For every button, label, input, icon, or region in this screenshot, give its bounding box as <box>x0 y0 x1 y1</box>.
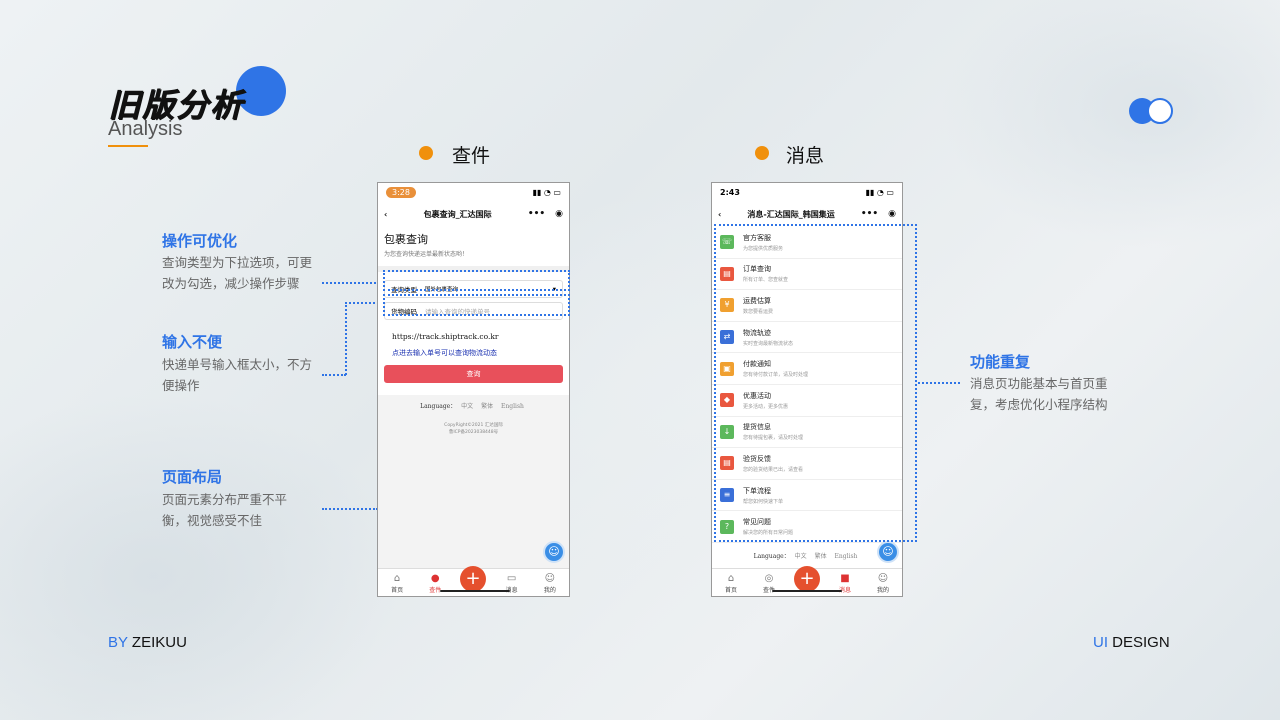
user-icon: ☺ <box>877 573 889 584</box>
section-label-right: 消息 <box>786 145 825 167</box>
annotation-text: 快递单号输入框太小，不方便操作 <box>162 357 313 393</box>
annotation-title: 操作可优化 <box>162 232 238 250</box>
tab-home[interactable]: ⌂ 首页 <box>716 573 746 594</box>
copyright-text: CopyRight©2021 汇达国际 <box>444 423 503 428</box>
lang-option[interactable]: English <box>835 553 858 560</box>
highlight-box <box>383 270 570 291</box>
title-underline <box>108 145 148 147</box>
footer-by: BY <box>108 634 128 651</box>
connector-line <box>322 282 384 284</box>
highlight-box <box>714 224 917 542</box>
section-dot-right <box>755 146 769 160</box>
customer-service-icon[interactable]: ☺ <box>543 541 565 563</box>
annotation-title: 功能重复 <box>970 353 1031 371</box>
nav-title: 消息-汇达国际_韩国集运 <box>747 209 835 219</box>
language-label: Language： <box>420 403 457 410</box>
message-icon: ■ <box>840 573 850 584</box>
footer-ui: UI <box>1093 634 1108 651</box>
copyright: CopyRight©2021 汇达国际 鲁ICP备2023038448号 <box>378 422 569 436</box>
language-switch: Language： 中文 繁体 English <box>378 401 569 410</box>
tab-label: 首页 <box>391 587 404 594</box>
annotation-text: 查询类型为下拉选项，可更改为勾选，减少操作步骤 <box>162 255 313 291</box>
tab-mine[interactable]: ☺ 我的 <box>868 573 898 594</box>
signal-battery-icon: ▮▮ ◔ ▭ <box>865 187 894 197</box>
close-target-icon[interactable]: ◉ <box>888 209 896 219</box>
page-subtitle: Analysis <box>108 118 183 140</box>
connector-line <box>322 508 378 510</box>
tracking-link[interactable]: https://track.shiptrack.co.kr <box>378 332 569 341</box>
footer-author-name: ZEIKUU <box>131 634 187 651</box>
home-indicator <box>440 590 510 592</box>
icp-text: 鲁ICP备2023038448号 <box>448 430 499 435</box>
lang-option[interactable]: 繁体 <box>481 403 493 410</box>
tab-mine[interactable]: ☺ 我的 <box>535 573 565 594</box>
nav-bar: ‹ 包裹查询_汇达国际 ••• ◉ <box>378 201 569 227</box>
lang-option[interactable]: 中文 <box>795 553 807 560</box>
nav-title: 包裹查询_汇达国际 <box>423 209 492 219</box>
footer-design-word: DESIGN <box>1112 634 1170 651</box>
annotation-title: 页面布局 <box>162 468 223 486</box>
status-bar: 3:28 ▮▮ ◔ ▭ <box>378 183 569 201</box>
highlight-box <box>383 294 570 316</box>
section-label-left: 查件 <box>452 145 491 167</box>
annotation-text: 页面元素分布严重不平衡，视觉感受不佳 <box>162 492 288 528</box>
tracking-hint[interactable]: 点进去输入单号可以查询物流动态 <box>378 348 569 358</box>
location-icon: ◎ <box>764 573 774 584</box>
query-button[interactable]: 查询 <box>384 365 563 383</box>
add-button[interactable]: + <box>794 566 820 592</box>
message-icon: ▭ <box>506 573 517 584</box>
home-indicator <box>772 590 842 592</box>
status-time: 2:43 <box>720 187 740 197</box>
more-icon[interactable]: ••• <box>528 209 545 219</box>
footer-design: UI DESIGN <box>1093 634 1170 651</box>
annotation-text: 消息页功能基本与首页重复，考虑优化小程序结构 <box>970 376 1108 412</box>
tab-label: 我的 <box>876 587 889 594</box>
home-icon: ⌂ <box>393 573 401 584</box>
lang-option[interactable]: 繁体 <box>815 553 827 560</box>
more-icon[interactable]: ••• <box>861 209 878 219</box>
decor-circle-outline <box>1147 98 1173 124</box>
status-bar: 2:43 ▮▮ ◔ ▭ <box>712 183 902 201</box>
home-icon: ⌂ <box>727 573 735 584</box>
connector-line <box>322 374 346 376</box>
back-icon[interactable]: ‹ <box>384 210 387 219</box>
language-switch: Language： 中文 繁体 English <box>712 543 902 560</box>
status-time: 3:28 <box>386 186 416 198</box>
connector-line <box>345 302 347 375</box>
lang-option[interactable]: English <box>501 403 524 410</box>
connector-line <box>918 382 960 384</box>
section-dot-left <box>419 146 433 160</box>
query-subheading: 为您查询快递运单最新状态哟！ <box>384 251 469 258</box>
user-icon: ☺ <box>544 573 556 584</box>
back-icon[interactable]: ‹ <box>718 210 721 219</box>
annotation-title: 输入不便 <box>162 333 223 351</box>
tab-label: 首页 <box>724 587 737 594</box>
close-target-icon[interactable]: ◉ <box>555 209 563 219</box>
query-heading: 包裹查询 <box>384 233 428 246</box>
lang-option[interactable]: 中文 <box>461 403 473 410</box>
location-icon: ● <box>430 573 440 584</box>
add-button[interactable]: + <box>460 566 486 592</box>
phone-screen-query: 3:28 ▮▮ ◔ ▭ ‹ 包裹查询_汇达国际 ••• ◉ 包裹查询 为您查询快递… <box>377 182 570 597</box>
customer-service-icon[interactable]: ☺ <box>877 541 899 563</box>
footer-author: BY ZEIKUU <box>108 634 187 651</box>
tab-label: 我的 <box>543 587 556 594</box>
language-label: Language： <box>753 552 790 560</box>
signal-battery-icon: ▮▮ ◔ ▭ <box>532 187 561 197</box>
tab-home[interactable]: ⌂ 首页 <box>382 573 412 594</box>
